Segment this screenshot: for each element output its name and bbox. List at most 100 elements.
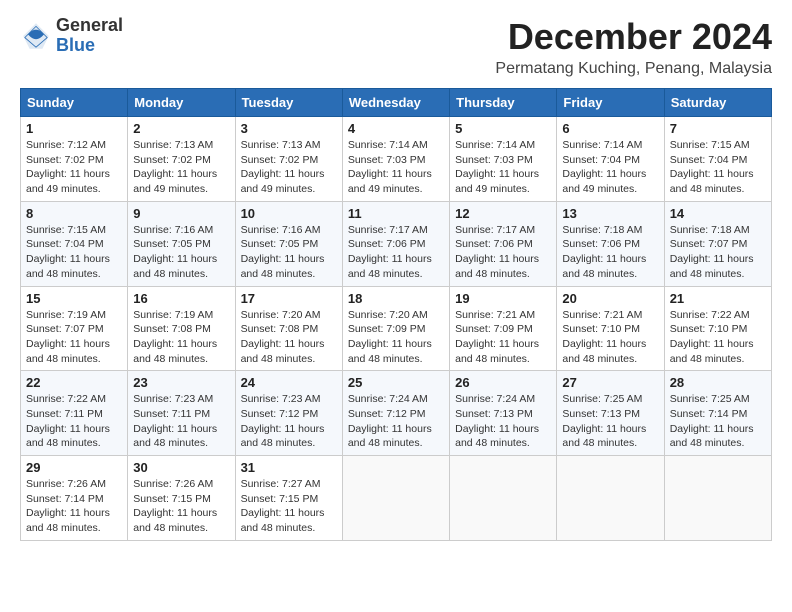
- table-row: [342, 456, 449, 541]
- day-number: 17: [241, 291, 337, 306]
- title-area: December 2024 Permatang Kuching, Penang,…: [495, 16, 772, 78]
- logo-icon: [20, 20, 52, 52]
- day-number: 25: [348, 375, 444, 390]
- table-row: 9 Sunrise: 7:16 AM Sunset: 7:05 PM Daylig…: [128, 201, 235, 286]
- table-row: 15Sunrise: 7:19 AM Sunset: 7:07 PM Dayli…: [21, 286, 128, 371]
- day-number: 9: [133, 206, 229, 221]
- day-number: 12: [455, 206, 551, 221]
- day-number: 27: [562, 375, 658, 390]
- day-info: Sunrise: 7:14 AM Sunset: 7:03 PM Dayligh…: [348, 138, 444, 197]
- table-row: [557, 456, 664, 541]
- calendar-week-row: 1 Sunrise: 7:12 AM Sunset: 7:02 PM Daylig…: [21, 117, 772, 202]
- table-row: 7 Sunrise: 7:15 AM Sunset: 7:04 PM Daylig…: [664, 117, 771, 202]
- day-number: 29: [26, 460, 122, 475]
- header-saturday: Saturday: [664, 89, 771, 117]
- table-row: 27 Sunrise: 7:25 AM Sunset: 7:13 PM Dayli…: [557, 371, 664, 456]
- location-title: Permatang Kuching, Penang, Malaysia: [495, 60, 772, 78]
- calendar-week-row: 15Sunrise: 7:19 AM Sunset: 7:07 PM Dayli…: [21, 286, 772, 371]
- day-number: 10: [241, 206, 337, 221]
- day-number: 7: [670, 121, 766, 136]
- day-number: 21: [670, 291, 766, 306]
- day-number: 30: [133, 460, 229, 475]
- day-number: 26: [455, 375, 551, 390]
- table-row: 24 Sunrise: 7:23 AM Sunset: 7:12 PM Dayli…: [235, 371, 342, 456]
- header-tuesday: Tuesday: [235, 89, 342, 117]
- day-info: Sunrise: 7:21 AM Sunset: 7:10 PM Dayligh…: [562, 308, 658, 367]
- calendar-header-row: Sunday Monday Tuesday Wednesday Thursday…: [21, 89, 772, 117]
- calendar-week-row: 8Sunrise: 7:15 AM Sunset: 7:04 PM Daylig…: [21, 201, 772, 286]
- table-row: [450, 456, 557, 541]
- day-info: Sunrise: 7:22 AM Sunset: 7:10 PM Dayligh…: [670, 308, 766, 367]
- day-info: Sunrise: 7:13 AM Sunset: 7:02 PM Dayligh…: [133, 138, 229, 197]
- month-title: December 2024: [495, 16, 772, 58]
- day-info: Sunrise: 7:23 AM Sunset: 7:12 PM Dayligh…: [241, 392, 337, 451]
- table-row: 16 Sunrise: 7:19 AM Sunset: 7:08 PM Dayli…: [128, 286, 235, 371]
- day-info: Sunrise: 7:16 AM Sunset: 7:05 PM Dayligh…: [241, 223, 337, 282]
- header-friday: Friday: [557, 89, 664, 117]
- page-header: General Blue December 2024 Permatang Kuc…: [20, 16, 772, 78]
- day-info: Sunrise: 7:13 AM Sunset: 7:02 PM Dayligh…: [241, 138, 337, 197]
- table-row: 10 Sunrise: 7:16 AM Sunset: 7:05 PM Dayli…: [235, 201, 342, 286]
- day-info: Sunrise: 7:24 AM Sunset: 7:12 PM Dayligh…: [348, 392, 444, 451]
- day-info: Sunrise: 7:21 AM Sunset: 7:09 PM Dayligh…: [455, 308, 551, 367]
- table-row: 18 Sunrise: 7:20 AM Sunset: 7:09 PM Dayli…: [342, 286, 449, 371]
- table-row: 21 Sunrise: 7:22 AM Sunset: 7:10 PM Dayli…: [664, 286, 771, 371]
- day-number: 2: [133, 121, 229, 136]
- day-info: Sunrise: 7:15 AM Sunset: 7:04 PM Dayligh…: [670, 138, 766, 197]
- table-row: [664, 456, 771, 541]
- day-number: 8: [26, 206, 122, 221]
- table-row: 19 Sunrise: 7:21 AM Sunset: 7:09 PM Dayli…: [450, 286, 557, 371]
- day-number: 16: [133, 291, 229, 306]
- day-info: Sunrise: 7:25 AM Sunset: 7:14 PM Dayligh…: [670, 392, 766, 451]
- table-row: 8Sunrise: 7:15 AM Sunset: 7:04 PM Daylig…: [21, 201, 128, 286]
- day-info: Sunrise: 7:24 AM Sunset: 7:13 PM Dayligh…: [455, 392, 551, 451]
- table-row: 1 Sunrise: 7:12 AM Sunset: 7:02 PM Daylig…: [21, 117, 128, 202]
- day-info: Sunrise: 7:14 AM Sunset: 7:04 PM Dayligh…: [562, 138, 658, 197]
- table-row: 2 Sunrise: 7:13 AM Sunset: 7:02 PM Daylig…: [128, 117, 235, 202]
- day-number: 28: [670, 375, 766, 390]
- day-number: 18: [348, 291, 444, 306]
- table-row: 20 Sunrise: 7:21 AM Sunset: 7:10 PM Dayli…: [557, 286, 664, 371]
- day-number: 19: [455, 291, 551, 306]
- day-number: 22: [26, 375, 122, 390]
- day-number: 1: [26, 121, 122, 136]
- day-number: 23: [133, 375, 229, 390]
- logo-text: General Blue: [56, 16, 123, 56]
- day-number: 24: [241, 375, 337, 390]
- table-row: 25 Sunrise: 7:24 AM Sunset: 7:12 PM Dayli…: [342, 371, 449, 456]
- table-row: 22 Sunrise: 7:22 AM Sunset: 7:11 PM Dayli…: [21, 371, 128, 456]
- day-number: 20: [562, 291, 658, 306]
- calendar-table: Sunday Monday Tuesday Wednesday Thursday…: [20, 88, 772, 541]
- header-monday: Monday: [128, 89, 235, 117]
- table-row: 26 Sunrise: 7:24 AM Sunset: 7:13 PM Dayli…: [450, 371, 557, 456]
- day-info: Sunrise: 7:19 AM Sunset: 7:08 PM Dayligh…: [133, 308, 229, 367]
- day-info: Sunrise: 7:23 AM Sunset: 7:11 PM Dayligh…: [133, 392, 229, 451]
- calendar-week-row: 22 Sunrise: 7:22 AM Sunset: 7:11 PM Dayli…: [21, 371, 772, 456]
- day-info: Sunrise: 7:26 AM Sunset: 7:15 PM Dayligh…: [133, 477, 229, 536]
- day-info: Sunrise: 7:12 AM Sunset: 7:02 PM Dayligh…: [26, 138, 122, 197]
- table-row: 13Sunrise: 7:18 AM Sunset: 7:06 PM Dayli…: [557, 201, 664, 286]
- day-number: 31: [241, 460, 337, 475]
- day-info: Sunrise: 7:25 AM Sunset: 7:13 PM Dayligh…: [562, 392, 658, 451]
- day-number: 11: [348, 206, 444, 221]
- logo: General Blue: [20, 16, 123, 56]
- day-info: Sunrise: 7:17 AM Sunset: 7:06 PM Dayligh…: [348, 223, 444, 282]
- day-info: Sunrise: 7:20 AM Sunset: 7:09 PM Dayligh…: [348, 308, 444, 367]
- day-info: Sunrise: 7:16 AM Sunset: 7:05 PM Dayligh…: [133, 223, 229, 282]
- day-info: Sunrise: 7:19 AM Sunset: 7:07 PM Dayligh…: [26, 308, 122, 367]
- calendar-week-row: 29Sunrise: 7:26 AM Sunset: 7:14 PM Dayli…: [21, 456, 772, 541]
- day-number: 5: [455, 121, 551, 136]
- table-row: 12 Sunrise: 7:17 AM Sunset: 7:06 PM Dayli…: [450, 201, 557, 286]
- day-number: 14: [670, 206, 766, 221]
- day-info: Sunrise: 7:17 AM Sunset: 7:06 PM Dayligh…: [455, 223, 551, 282]
- table-row: 4 Sunrise: 7:14 AM Sunset: 7:03 PM Daylig…: [342, 117, 449, 202]
- day-info: Sunrise: 7:20 AM Sunset: 7:08 PM Dayligh…: [241, 308, 337, 367]
- table-row: 6Sunrise: 7:14 AM Sunset: 7:04 PM Daylig…: [557, 117, 664, 202]
- table-row: 11 Sunrise: 7:17 AM Sunset: 7:06 PM Dayli…: [342, 201, 449, 286]
- day-info: Sunrise: 7:18 AM Sunset: 7:06 PM Dayligh…: [562, 223, 658, 282]
- table-row: 14Sunrise: 7:18 AM Sunset: 7:07 PM Dayli…: [664, 201, 771, 286]
- table-row: 5Sunrise: 7:14 AM Sunset: 7:03 PM Daylig…: [450, 117, 557, 202]
- day-number: 4: [348, 121, 444, 136]
- day-info: Sunrise: 7:22 AM Sunset: 7:11 PM Dayligh…: [26, 392, 122, 451]
- table-row: 3Sunrise: 7:13 AM Sunset: 7:02 PM Daylig…: [235, 117, 342, 202]
